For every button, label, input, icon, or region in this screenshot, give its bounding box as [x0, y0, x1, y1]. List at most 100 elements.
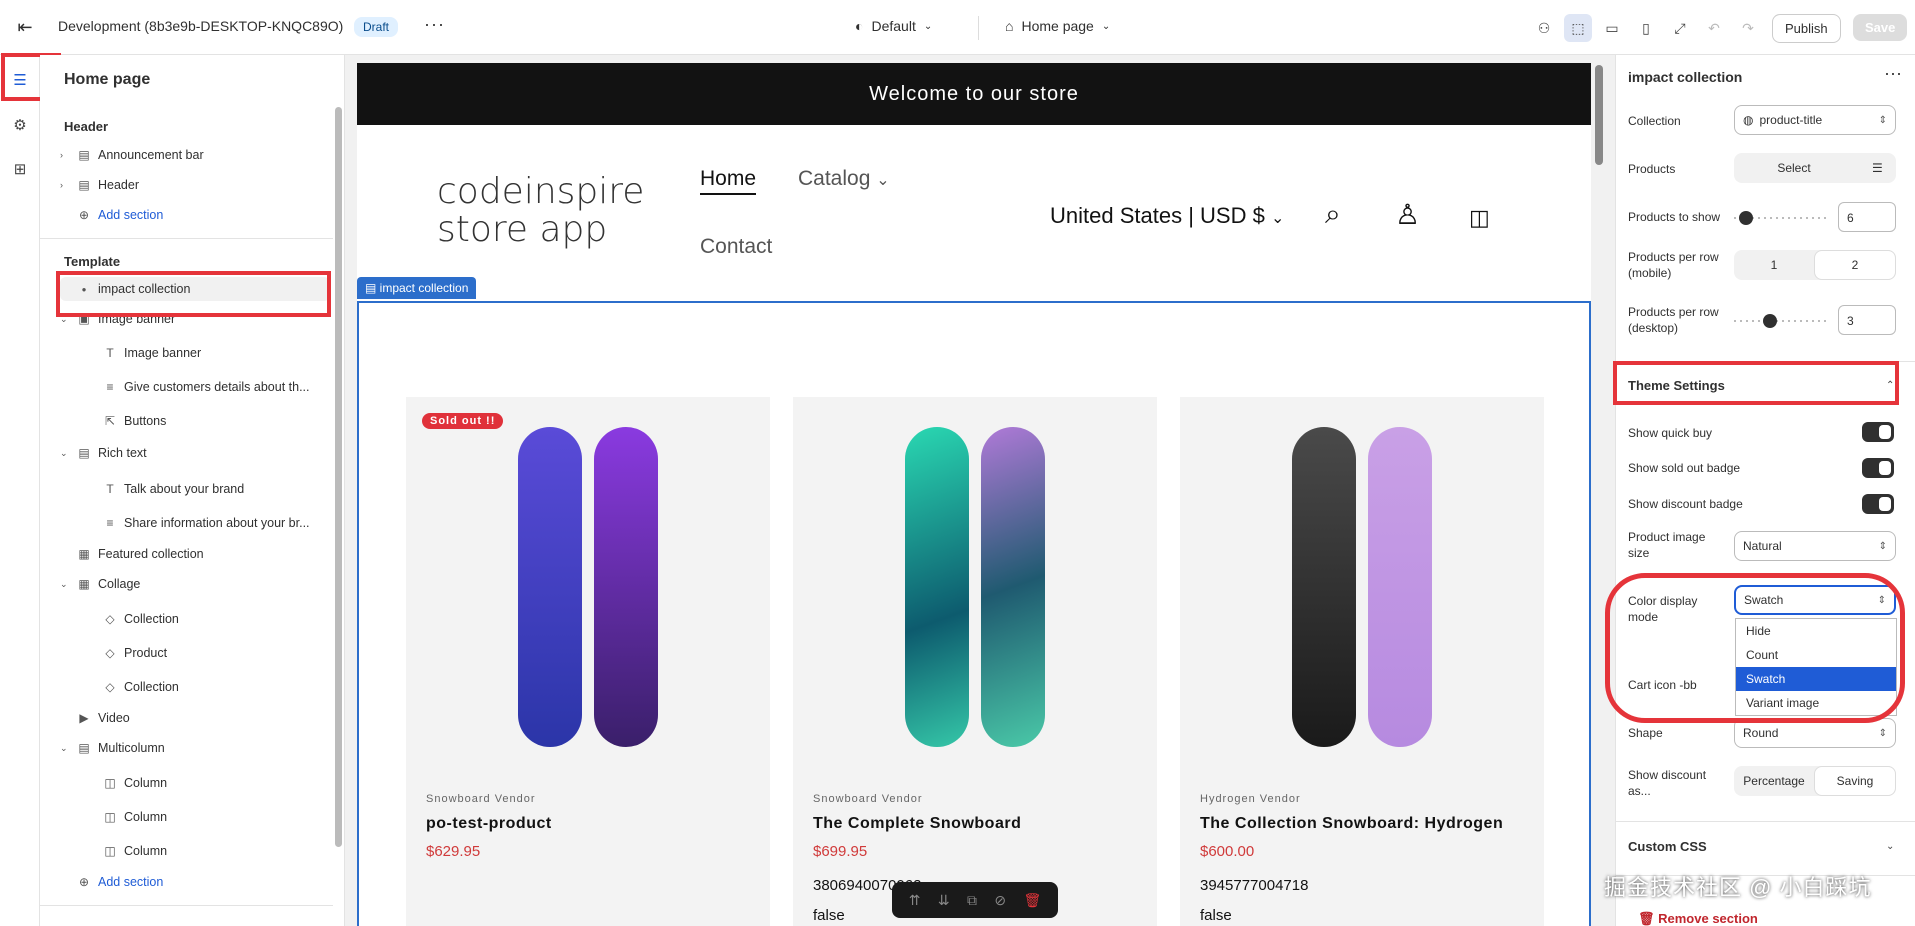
block-collection[interactable]: ◇ Collection — [100, 675, 340, 699]
publish-button[interactable]: Publish — [1772, 14, 1841, 43]
currency-selector[interactable]: United States | USD $ ⌄ — [1050, 203, 1284, 229]
option-percentage[interactable]: Percentage — [1734, 766, 1814, 796]
store-page: Welcome to our store codeinspire store a… — [357, 63, 1591, 926]
settings-gear-icon[interactable]: ⚙ — [9, 115, 31, 137]
cart-icon[interactable]: ◫ — [1469, 205, 1490, 231]
undo-icon[interactable]: ↶ — [1700, 14, 1728, 42]
block-heading[interactable]: T Talk about your brand — [100, 477, 340, 501]
collection-picker[interactable]: ◍ product-title ⇕ — [1734, 105, 1896, 135]
show-sold-out-toggle[interactable] — [1862, 458, 1894, 478]
show-discount-as-label: Show discount as... — [1628, 768, 1707, 798]
block-collection[interactable]: ◇ Collection — [100, 607, 340, 631]
option-1[interactable]: 1 — [1734, 250, 1814, 280]
sidebar-item-label: Column — [124, 776, 168, 790]
products-to-show-input[interactable]: 6 — [1838, 202, 1896, 232]
product-card[interactable]: Sold out !! Snowboard Vendor po-test-pro… — [406, 397, 770, 926]
exit-icon[interactable]: ⇤ — [14, 16, 36, 38]
show-discount-as-toggle[interactable]: Percentage Saving — [1734, 766, 1896, 796]
product-name[interactable]: The Complete Snowboard — [813, 815, 1021, 833]
block-image-banner[interactable]: T Image banner — [100, 341, 340, 365]
chevron-down-icon: ⌄ — [1101, 20, 1111, 32]
product-meta: false — [813, 907, 845, 924]
paragraph-icon: ≡ — [106, 516, 114, 530]
option-saving[interactable]: Saving — [1814, 766, 1896, 796]
products-to-show-label: Products to show — [1628, 210, 1721, 224]
sidebar-item-header[interactable]: › ▤ Header — [60, 173, 330, 197]
redo-icon[interactable]: ↷ — [1734, 14, 1762, 42]
sidebar-item-multicolumn[interactable]: ⌄ ▤ Multicolumn — [60, 736, 330, 760]
add-section-button[interactable]: ⊕ Add section — [60, 870, 330, 894]
collage-icon: ▦ — [78, 577, 90, 591]
more-options-icon[interactable]: ··· — [1884, 63, 1902, 84]
duplicate-icon[interactable]: ⧉ — [967, 892, 977, 909]
sidebar-item-featured-collection[interactable]: ▦ Featured collection — [60, 542, 330, 566]
show-quick-buy-toggle[interactable] — [1862, 422, 1894, 442]
hide-icon[interactable]: ⊘ — [994, 892, 1006, 909]
mobile-view-icon[interactable]: ▯ — [1632, 14, 1660, 42]
sidebar-item-label: Image banner — [124, 346, 202, 360]
top-bar: ⇤ Development (8b3e9b-DESKTOP-KNQC89O) D… — [0, 0, 1915, 55]
block-column[interactable]: ◫ Column — [100, 771, 340, 795]
app-embed-icon[interactable]: ⚇ — [1530, 14, 1558, 42]
sidebar-scrollbar[interactable] — [335, 107, 342, 847]
block-product[interactable]: ◇ Product — [100, 641, 340, 665]
section-tag-label: impact collection — [379, 281, 469, 295]
theme-selector[interactable]: ◐ Default ⌄ — [855, 18, 932, 34]
move-down-icon[interactable]: ⇊ — [938, 892, 950, 909]
more-actions-button[interactable]: ··· — [424, 14, 445, 35]
inspector-icon[interactable]: ⬚ — [1564, 14, 1592, 42]
apps-icon[interactable]: ⊞ — [9, 159, 31, 181]
slider-knob[interactable] — [1738, 211, 1753, 225]
product-name[interactable]: The Collection Snowboard: Hydrogen — [1200, 815, 1503, 833]
slider-knob[interactable] — [1762, 314, 1777, 328]
save-button[interactable]: Save — [1853, 14, 1908, 41]
page-selector[interactable]: ⌂ Home page ⌄ — [1005, 18, 1110, 34]
chevron-down-icon: ⌄ — [60, 447, 68, 458]
button-icon: ⇱ — [104, 414, 116, 428]
per-row-desktop-slider[interactable] — [1734, 314, 1830, 328]
sidebar-item-video[interactable]: ▶ Video — [60, 706, 330, 730]
block-text[interactable]: ≡ Share information about your br... — [100, 511, 340, 535]
per-row-desktop-input[interactable]: 3 — [1838, 305, 1896, 335]
draft-badge: Draft — [354, 17, 399, 37]
show-discount-toggle[interactable] — [1862, 494, 1894, 514]
block-buttons[interactable]: ⇱ Buttons — [100, 409, 340, 433]
nav-home[interactable]: Home — [700, 167, 757, 195]
product-card[interactable]: Hydrogen Vendor The Collection Snowboard… — [1180, 397, 1544, 926]
move-up-icon[interactable]: ⇈ — [909, 892, 921, 909]
nav-catalog[interactable]: Catalog ⌄ — [798, 167, 890, 191]
image-size-select[interactable]: Natural ⇕ — [1734, 531, 1896, 561]
product-card[interactable]: Snowboard Vendor The Complete Snowboard … — [793, 397, 1157, 926]
block-description[interactable]: ≡ Give customers details about th... — [100, 375, 340, 399]
search-icon[interactable]: ⌕ — [1325, 198, 1341, 231]
add-section-button[interactable]: ⊕ Add section — [60, 203, 330, 227]
section-tag[interactable]: ▤ impact collection — [357, 277, 477, 299]
fullscreen-icon[interactable]: ⤢ — [1666, 14, 1694, 42]
column-icon: ◫ — [104, 810, 116, 824]
section-icon: ▤ — [78, 148, 90, 162]
custom-css-header[interactable]: Custom CSS — [1628, 839, 1707, 854]
show-quick-buy-label: Show quick buy — [1628, 426, 1713, 440]
nav-contact[interactable]: Contact — [700, 235, 772, 259]
products-select-button[interactable]: Select ☰ — [1734, 153, 1896, 183]
per-row-mobile-toggle[interactable]: 1 2 — [1734, 250, 1896, 280]
store-logo[interactable]: codeinspire store app — [437, 173, 644, 249]
sidebar-item-announcement-bar[interactable]: › ▤ Announcement bar — [60, 143, 330, 167]
product-image — [793, 397, 1157, 777]
block-column[interactable]: ◫ Column — [100, 805, 340, 829]
sidebar-item-rich-text[interactable]: ⌄ ▤ Rich text — [60, 441, 330, 465]
option-2[interactable]: 2 — [1814, 250, 1896, 280]
logo-line: store app — [437, 209, 608, 250]
chevron-down-icon: ⌄ — [876, 172, 890, 189]
currency-label: United States | USD $ — [1050, 203, 1265, 228]
remove-section-button[interactable]: 🗑 Remove section — [1638, 911, 1758, 926]
preview-scrollbar[interactable] — [1595, 65, 1603, 165]
products-to-show-slider[interactable] — [1734, 211, 1830, 225]
block-column[interactable]: ◫ Column — [100, 839, 340, 863]
account-icon[interactable]: ♙ — [1395, 198, 1420, 231]
product-name[interactable]: po-test-product — [426, 815, 552, 833]
delete-icon[interactable]: 🗑 — [1023, 892, 1041, 909]
chevron-down-icon[interactable]: ⌄ — [1886, 841, 1894, 852]
desktop-view-icon[interactable]: ▭ — [1598, 14, 1626, 42]
sidebar-item-collage[interactable]: ⌄ ▦ Collage — [60, 572, 330, 596]
